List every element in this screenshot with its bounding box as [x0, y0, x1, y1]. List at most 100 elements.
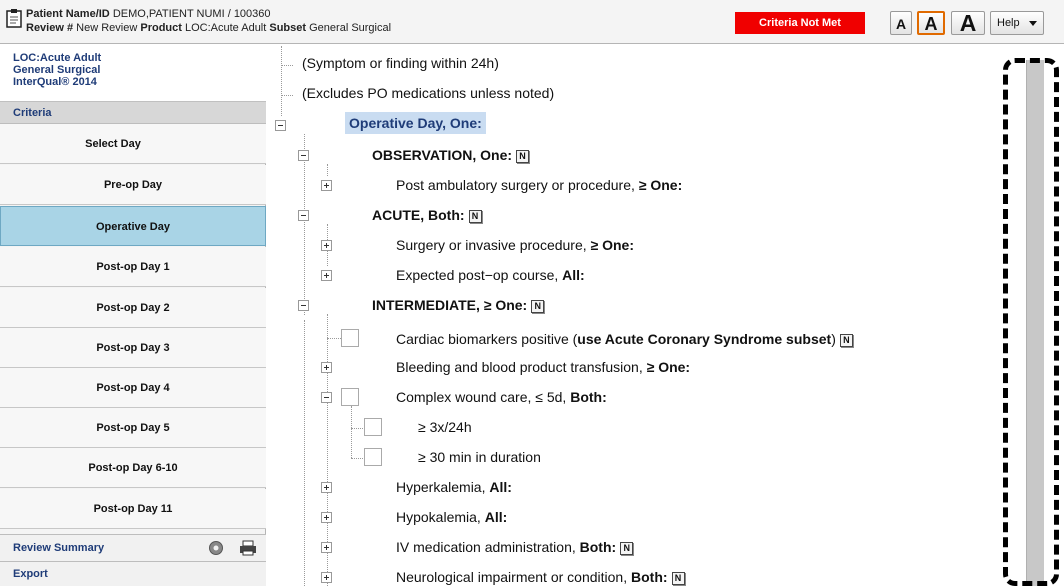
day-item[interactable]: Post-op Day 6-10	[0, 448, 266, 488]
patient-info: Patient Name/ID DEMO,PATIENT NUMI / 1003…	[26, 8, 271, 20]
print-icon[interactable]	[239, 540, 257, 556]
expand-toggle[interactable]	[321, 572, 332, 583]
loc-line: LOC:Acute Adult	[13, 52, 102, 64]
review-header: Patient Name/ID DEMO,PATIENT NUMI / 1003…	[0, 0, 1064, 44]
expected-text: Expected post−op course,	[396, 267, 563, 283]
expand-toggle[interactable]	[321, 240, 332, 251]
node-label: Hypokalemia, All:	[396, 508, 507, 526]
node-label: IV medication administration, Both: N	[396, 538, 634, 556]
day-item[interactable]: Post-op Day 4	[0, 368, 266, 408]
font-size-small-button[interactable]: A	[890, 11, 912, 35]
note-icon[interactable]: N	[531, 300, 545, 313]
tree-node: Hypokalemia, All:	[267, 504, 987, 530]
subset-value: General Surgical	[309, 22, 392, 34]
observation-label: OBSERVATION, One:	[372, 147, 513, 163]
bleeding-qual: ≥ One:	[646, 359, 691, 375]
node-label[interactable]: Operative Day, One:	[345, 112, 486, 134]
help-label: Help	[997, 17, 1020, 29]
review-value: New Review	[76, 22, 138, 34]
node-label: Post ambulatory surgery or procedure, ≥ …	[396, 176, 682, 194]
criteria-checkbox[interactable]	[341, 329, 359, 347]
surgery-text: Surgery or invasive procedure,	[396, 237, 591, 253]
tree-node: Surgery or invasive procedure, ≥ One:	[267, 232, 987, 258]
dashed-highlight-box	[1003, 58, 1059, 586]
sidebar: LOC:Acute Adult General Surgical InterQu…	[0, 46, 266, 586]
cardiac-link: use Acute Coronary Syndrome subset	[577, 331, 832, 347]
note-icon[interactable]: N	[620, 542, 634, 555]
tree-node: Neurological impairment or condition, Bo…	[267, 564, 987, 586]
note-icon[interactable]: N	[468, 210, 482, 223]
help-button[interactable]: Help	[990, 11, 1044, 35]
post-amb-qual: ≥ One:	[638, 177, 683, 193]
subset-label: Subset	[269, 22, 307, 34]
tree-node: ≥ 3x/24h	[267, 414, 987, 440]
day-item[interactable]: Post-op Day 1	[0, 247, 266, 287]
note-icon[interactable]: N	[516, 150, 530, 163]
tree-node: Hyperkalemia, All:	[267, 474, 987, 500]
expand-toggle[interactable]	[321, 362, 332, 373]
criteria-header[interactable]: Criteria	[0, 102, 266, 124]
expand-toggle[interactable]	[321, 180, 332, 191]
chevron-down-icon	[1029, 21, 1037, 26]
expand-toggle[interactable]	[321, 512, 332, 523]
day-item-selected[interactable]: Operative Day	[0, 206, 266, 246]
tree-node-observation: OBSERVATION, One: N	[267, 142, 987, 168]
day-item[interactable]: Post-op Day 2	[0, 288, 266, 328]
criteria-checkbox[interactable]	[341, 388, 359, 406]
subset-info: LOC:Acute Adult General Surgical InterQu…	[0, 46, 266, 102]
review-summary-link[interactable]: Review Summary	[0, 534, 266, 561]
product-label: Product	[140, 22, 182, 34]
review-summary-label: Review Summary	[13, 542, 105, 554]
day-item[interactable]: Post-op Day 3	[0, 328, 266, 368]
tree-node: Expected post−op course, All:	[267, 262, 987, 288]
collapse-toggle[interactable]	[275, 120, 286, 131]
loc-line: InterQual® 2014	[13, 76, 97, 88]
export-link[interactable]: Export	[0, 561, 266, 586]
day-item[interactable]: Post-op Day 5	[0, 408, 266, 448]
font-size-large-button[interactable]: A	[951, 11, 985, 35]
criteria-checkbox[interactable]	[364, 418, 382, 436]
wound-sub1: ≥ 3x/24h	[418, 419, 472, 435]
node-label: Cardiac biomarkers positive (use Acute C…	[396, 330, 853, 348]
gear-icon[interactable]	[208, 540, 224, 556]
tree-node-acute: ACUTE, Both: N	[267, 202, 987, 228]
collapse-toggle[interactable]	[298, 210, 309, 221]
note-icon[interactable]: N	[671, 572, 685, 585]
expand-toggle[interactable]	[321, 270, 332, 281]
expand-toggle[interactable]	[321, 482, 332, 493]
cardiac-paren: )	[831, 331, 836, 347]
wound-text: Complex wound care, ≤ 5d,	[396, 389, 571, 405]
day-item[interactable]: Pre-op Day	[0, 165, 266, 205]
font-size-medium-button[interactable]: A	[917, 11, 945, 35]
node-label: Hyperkalemia, All:	[396, 478, 512, 496]
loc-line: General Surgical	[13, 64, 101, 76]
node-label: Expected post−op course, All:	[396, 266, 585, 284]
note-excludes: (Excludes PO medications unless noted)	[302, 85, 555, 101]
note-icon[interactable]: N	[839, 334, 853, 347]
hypok-qual: All:	[484, 509, 508, 525]
iv-text: IV medication administration,	[396, 539, 580, 555]
neuro-qual: Both:	[631, 569, 668, 585]
tree-node: ≥ 30 min in duration	[267, 444, 987, 470]
collapse-toggle[interactable]	[298, 150, 309, 161]
collapse-toggle[interactable]	[321, 392, 332, 403]
patient-value: DEMO,PATIENT NUMI / 100360	[112, 8, 271, 20]
tree-node-operative: Operative Day, One:	[267, 112, 987, 138]
day-item[interactable]: Post-op Day 11	[0, 489, 266, 529]
review-label: Review #	[26, 22, 74, 34]
clipboard-icon	[6, 9, 22, 28]
iv-qual: Both:	[579, 539, 617, 555]
criteria-tree: (Symptom or finding within 24h) (Exclude…	[267, 46, 997, 586]
node-label: Neurological impairment or condition, Bo…	[396, 568, 685, 586]
node-label: INTERMEDIATE, ≥ One: N	[372, 296, 545, 314]
node-label: Complex wound care, ≤ 5d, Both:	[396, 388, 607, 406]
expand-toggle[interactable]	[321, 542, 332, 553]
collapse-toggle[interactable]	[298, 300, 309, 311]
wound-sub2: ≥ 30 min in duration	[418, 449, 541, 465]
acute-label: ACUTE, Both:	[372, 207, 465, 223]
criteria-checkbox[interactable]	[364, 448, 382, 466]
app-window: Patient Name/ID DEMO,PATIENT NUMI / 1003…	[0, 0, 1064, 586]
tree-node: IV medication administration, Both: N	[267, 534, 987, 560]
product-value: LOC:Acute Adult	[184, 22, 267, 34]
select-day-label: Select Day	[0, 124, 266, 164]
